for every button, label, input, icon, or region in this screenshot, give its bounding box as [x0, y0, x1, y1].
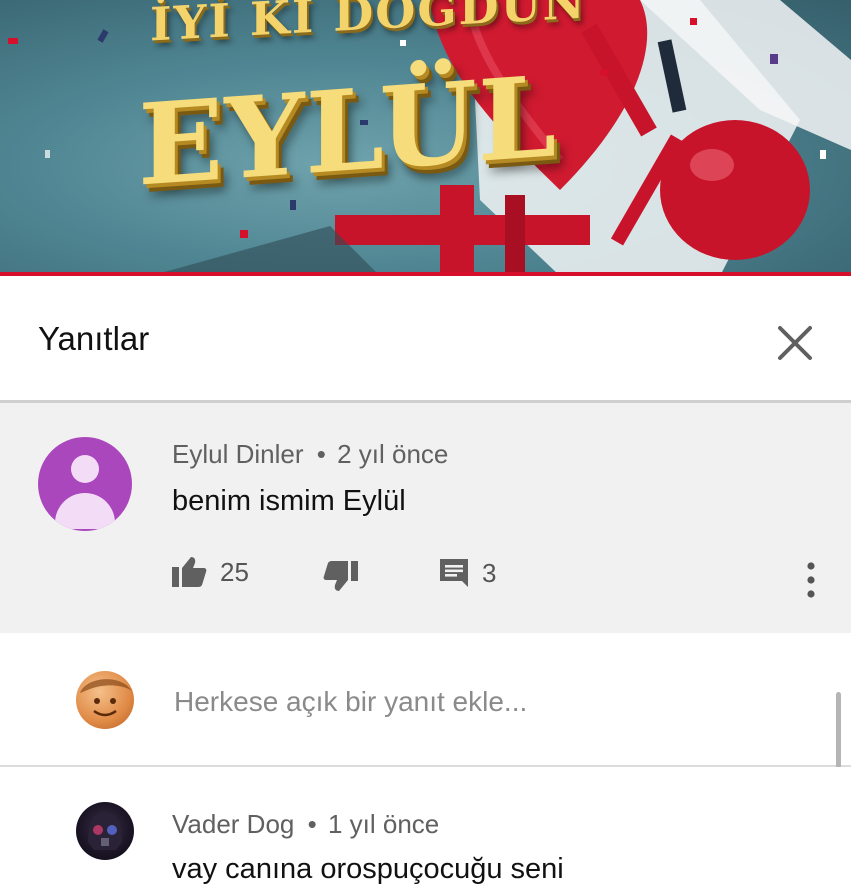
reply-input[interactable]: [172, 679, 736, 725]
thumbs-down-icon: [323, 561, 358, 591]
parent-comment: Eylul Dinler • 2 yıl önce benim ismim Ey…: [0, 403, 851, 633]
like-button[interactable]: 25: [170, 555, 249, 589]
reply-count: 3: [482, 557, 497, 588]
more-vertical-icon: [807, 562, 815, 598]
reply-button[interactable]: 3: [438, 557, 496, 589]
avatar-head-shape: [71, 455, 99, 483]
reply-author[interactable]: Vader Dog: [172, 809, 294, 839]
more-options-button[interactable]: [797, 558, 825, 602]
avatar[interactable]: [76, 802, 134, 860]
avatar-body-shape: [55, 493, 115, 529]
comment-icon: [440, 559, 468, 587]
reply-meta: Vader Dog • 1 yıl önce: [172, 809, 439, 840]
thumbs-up-icon: [172, 557, 207, 587]
replies-title: Yanıtlar: [38, 320, 150, 357]
reply-item: Vader Dog • 1 yıl önce vay canına orospu…: [0, 767, 851, 892]
video-thumbnail[interactable]: İYİ Kİ DOĞDUN EYLÜL: [0, 0, 851, 276]
replies-header: Yanıtlar: [0, 276, 851, 403]
like-count: 25: [220, 556, 249, 587]
comment-time: 2 yıl önce: [337, 439, 449, 469]
close-button[interactable]: [772, 320, 818, 366]
close-icon: [778, 326, 812, 360]
cartoon-face-icon: [80, 679, 132, 717]
avatar[interactable]: [38, 437, 132, 531]
meta-separator: •: [307, 809, 317, 839]
reply-time: 1 yıl önce: [327, 809, 440, 839]
user-avatar: [76, 671, 134, 729]
reply-text: vay canına orospuçocuğu seni: [172, 853, 564, 885]
comment-text: benim ismim Eylül: [172, 485, 406, 517]
vader-helmet-icon: [88, 812, 122, 850]
comment-meta: Eylul Dinler • 2 yıl önce: [172, 439, 448, 470]
dislike-button[interactable]: [322, 559, 360, 593]
meta-separator: •: [316, 439, 326, 469]
comment-author[interactable]: Eylul Dinler: [172, 439, 304, 469]
reply-composer: [0, 633, 851, 767]
